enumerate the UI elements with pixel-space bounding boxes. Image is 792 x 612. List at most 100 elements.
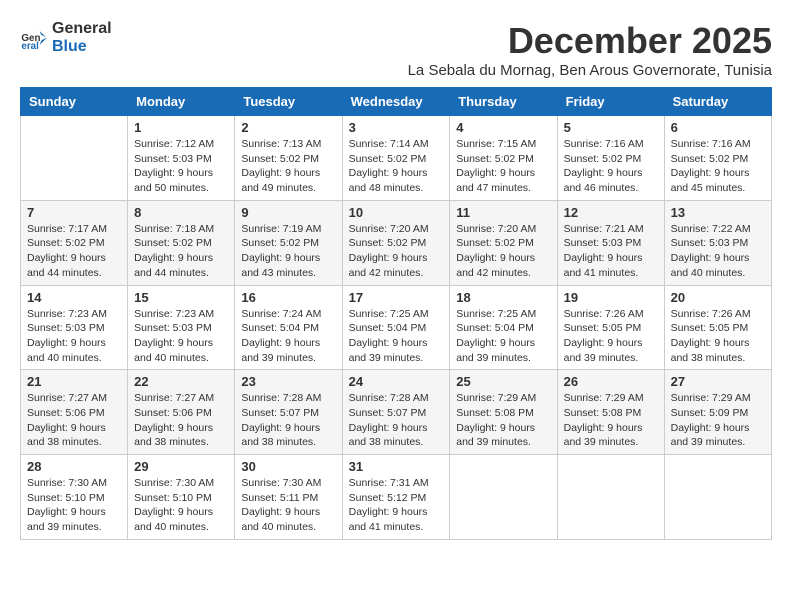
calendar-cell: 28 Sunrise: 7:30 AM Sunset: 5:10 PM Dayli… [21,455,128,540]
day-info: Sunrise: 7:17 AM Sunset: 5:02 PM Dayligh… [27,222,121,281]
day-number: 10 [349,205,444,220]
day-info: Sunrise: 7:31 AM Sunset: 5:12 PM Dayligh… [349,476,444,535]
day-number: 9 [241,205,335,220]
day-info: Sunrise: 7:18 AM Sunset: 5:02 PM Dayligh… [134,222,228,281]
day-number: 20 [671,290,765,305]
day-info: Sunrise: 7:25 AM Sunset: 5:04 PM Dayligh… [349,307,444,366]
calendar-cell: 23 Sunrise: 7:28 AM Sunset: 5:07 PM Dayli… [235,370,342,455]
day-number: 18 [456,290,550,305]
day-number: 1 [134,120,228,135]
day-number: 17 [349,290,444,305]
title-block: December 2025 La Sebala du Mornag, Ben A… [408,20,772,79]
day-number: 19 [564,290,658,305]
day-number: 6 [671,120,765,135]
day-info: Sunrise: 7:13 AM Sunset: 5:02 PM Dayligh… [241,137,335,196]
logo: Gen eral ▶ General Blue [20,20,112,55]
calendar-cell [664,455,771,540]
calendar-cell: 15Sunrise: 7:23 AM Sunset: 5:03 PM Dayli… [128,285,235,370]
day-number: 31 [349,459,444,474]
header-thursday: Thursday [450,88,557,116]
calendar-week-3: 14 Sunrise: 7:23 AM Sunset: 5:03 PM Dayli… [21,285,772,370]
calendar-cell: 27 Sunrise: 7:29 AM Sunset: 5:09 PM Dayli… [664,370,771,455]
day-number: 12 [564,205,658,220]
day-info: Sunrise: 7:27 AM Sunset: 5:06 PM Dayligh… [27,391,121,450]
calendar-cell: 31 Sunrise: 7:31 AM Sunset: 5:12 PM Dayli… [342,455,450,540]
calendar-cell: 3 Sunrise: 7:14 AM Sunset: 5:02 PM Daylig… [342,116,450,201]
svg-text:▶: ▶ [40,34,47,41]
day-info: Sunrise: 7:12 AM Sunset: 5:03 PM Dayligh… [134,137,228,196]
day-info: Sunrise: 7:30 AM Sunset: 5:10 PM Dayligh… [27,476,121,535]
calendar-cell: 26 Sunrise: 7:29 AM Sunset: 5:08 PM Dayli… [557,370,664,455]
calendar-cell: 8 Sunrise: 7:18 AM Sunset: 5:02 PM Daylig… [128,200,235,285]
day-info: Sunrise: 7:20 AM Sunset: 5:02 PM Dayligh… [456,222,550,281]
calendar-cell: 19 Sunrise: 7:26 AM Sunset: 5:05 PM Dayli… [557,285,664,370]
day-number: 14 [27,290,121,305]
day-info: Sunrise: 7:20 AM Sunset: 5:02 PM Dayligh… [349,222,444,281]
day-info: Sunrise: 7:21 AM Sunset: 5:03 PM Dayligh… [564,222,658,281]
day-number: 28 [27,459,121,474]
day-info: Sunrise: 7:29 AM Sunset: 5:09 PM Dayligh… [671,391,765,450]
calendar-cell: 21 Sunrise: 7:27 AM Sunset: 5:06 PM Dayli… [21,370,128,455]
day-info: Sunrise: 7:25 AM Sunset: 5:04 PM Dayligh… [456,307,550,366]
calendar-cell: 30 Sunrise: 7:30 AM Sunset: 5:11 PM Dayli… [235,455,342,540]
day-info: Sunrise: 7:29 AM Sunset: 5:08 PM Dayligh… [564,391,658,450]
day-info: Sunrise: 7:15 AM Sunset: 5:02 PM Dayligh… [456,137,550,196]
calendar-cell: 7Sunrise: 7:17 AM Sunset: 5:02 PM Daylig… [21,200,128,285]
calendar-cell [450,455,557,540]
day-info: Sunrise: 7:16 AM Sunset: 5:02 PM Dayligh… [671,137,765,196]
calendar-cell: 14 Sunrise: 7:23 AM Sunset: 5:03 PM Dayli… [21,285,128,370]
logo-line2: Blue [52,38,112,56]
header-friday: Friday [557,88,664,116]
day-info: Sunrise: 7:26 AM Sunset: 5:05 PM Dayligh… [671,307,765,366]
day-info: Sunrise: 7:28 AM Sunset: 5:07 PM Dayligh… [241,391,335,450]
day-number: 4 [456,120,550,135]
day-info: Sunrise: 7:16 AM Sunset: 5:02 PM Dayligh… [564,137,658,196]
day-number: 8 [134,205,228,220]
calendar-cell: 22 Sunrise: 7:27 AM Sunset: 5:06 PM Dayli… [128,370,235,455]
day-number: 13 [671,205,765,220]
day-info: Sunrise: 7:19 AM Sunset: 5:02 PM Dayligh… [241,222,335,281]
day-number: 26 [564,374,658,389]
subtitle: La Sebala du Mornag, Ben Arous Governora… [408,62,772,79]
day-number: 11 [456,205,550,220]
calendar-cell: 24Sunrise: 7:28 AM Sunset: 5:07 PM Dayli… [342,370,450,455]
calendar-table: SundayMondayTuesdayWednesdayThursdayFrid… [20,87,772,540]
calendar-cell [557,455,664,540]
calendar-cell: 5 Sunrise: 7:16 AM Sunset: 5:02 PM Daylig… [557,116,664,201]
calendar-cell: 25Sunrise: 7:29 AM Sunset: 5:08 PM Dayli… [450,370,557,455]
day-info: Sunrise: 7:27 AM Sunset: 5:06 PM Dayligh… [134,391,228,450]
calendar-week-4: 21 Sunrise: 7:27 AM Sunset: 5:06 PM Dayli… [21,370,772,455]
calendar-cell: 29 Sunrise: 7:30 AM Sunset: 5:10 PM Dayli… [128,455,235,540]
day-number: 22 [134,374,228,389]
header-monday: Monday [128,88,235,116]
day-number: 23 [241,374,335,389]
day-number: 3 [349,120,444,135]
day-info: Sunrise: 7:24 AM Sunset: 5:04 PM Dayligh… [241,307,335,366]
calendar-cell: 9 Sunrise: 7:19 AM Sunset: 5:02 PM Daylig… [235,200,342,285]
day-info: Sunrise: 7:29 AM Sunset: 5:08 PM Dayligh… [456,391,550,450]
calendar-cell: 2Sunrise: 7:13 AM Sunset: 5:02 PM Daylig… [235,116,342,201]
day-info: Sunrise: 7:26 AM Sunset: 5:05 PM Dayligh… [564,307,658,366]
calendar-cell: 20 Sunrise: 7:26 AM Sunset: 5:05 PM Dayli… [664,285,771,370]
calendar-week-1: 1 Sunrise: 7:12 AM Sunset: 5:03 PM Daylig… [21,116,772,201]
header-wednesday: Wednesday [342,88,450,116]
day-info: Sunrise: 7:30 AM Sunset: 5:10 PM Dayligh… [134,476,228,535]
day-info: Sunrise: 7:23 AM Sunset: 5:03 PM Dayligh… [134,307,228,366]
calendar-cell: 1 Sunrise: 7:12 AM Sunset: 5:03 PM Daylig… [128,116,235,201]
day-number: 27 [671,374,765,389]
day-info: Sunrise: 7:23 AM Sunset: 5:03 PM Dayligh… [27,307,121,366]
header-sunday: Sunday [21,88,128,116]
calendar-cell: 13Sunrise: 7:22 AM Sunset: 5:03 PM Dayli… [664,200,771,285]
calendar-cell: 10 Sunrise: 7:20 AM Sunset: 5:02 PM Dayli… [342,200,450,285]
calendar-cell: 18 Sunrise: 7:25 AM Sunset: 5:04 PM Dayli… [450,285,557,370]
day-number: 30 [241,459,335,474]
header-saturday: Saturday [664,88,771,116]
day-number: 29 [134,459,228,474]
calendar-cell: 6 Sunrise: 7:16 AM Sunset: 5:02 PM Daylig… [664,116,771,201]
day-info: Sunrise: 7:14 AM Sunset: 5:02 PM Dayligh… [349,137,444,196]
day-info: Sunrise: 7:30 AM Sunset: 5:11 PM Dayligh… [241,476,335,535]
day-number: 5 [564,120,658,135]
calendar-cell: 16Sunrise: 7:24 AM Sunset: 5:04 PM Dayli… [235,285,342,370]
month-title: December 2025 [408,20,772,62]
day-number: 21 [27,374,121,389]
